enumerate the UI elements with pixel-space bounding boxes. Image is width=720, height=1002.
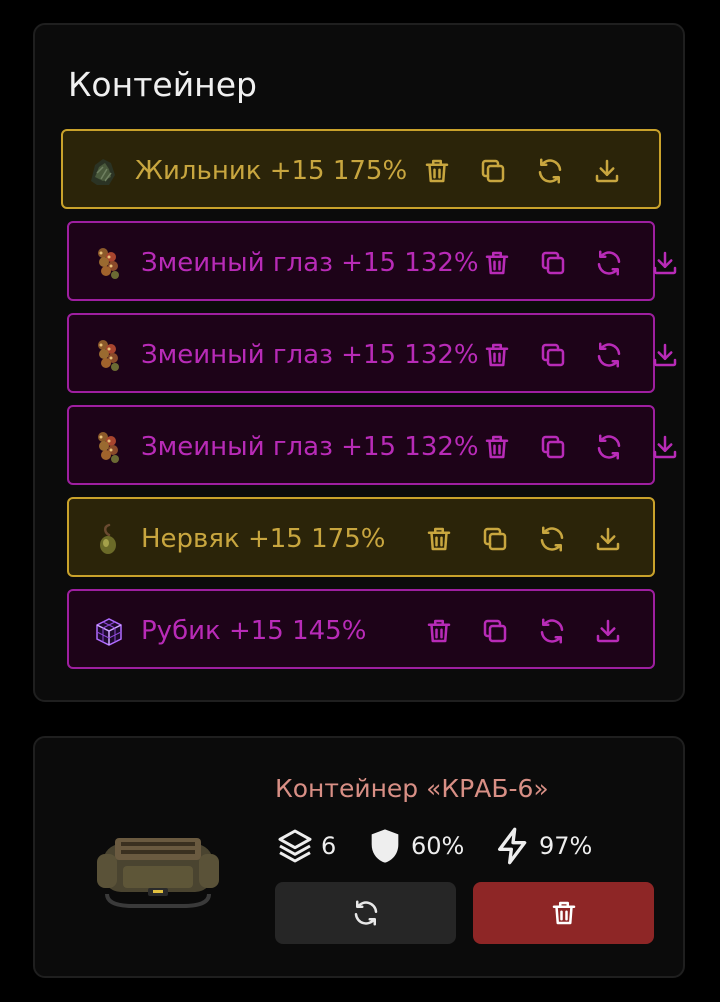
delete-button[interactable] (479, 337, 515, 373)
trash-icon (424, 616, 454, 646)
refresh-button[interactable] (591, 245, 627, 281)
rubik-artifact-icon (96, 618, 122, 646)
download-icon (650, 340, 680, 370)
snake-eye-artifact-icon (98, 248, 119, 279)
artifact-name: Змеиный глаз +15 132% (141, 432, 479, 462)
delete-button[interactable] (479, 429, 515, 465)
refresh-icon (594, 432, 624, 462)
artifact-row-rubik[interactable]: Рубик +15 145% (67, 589, 655, 669)
stat-slots: 6 (275, 826, 336, 866)
container-name: Контейнер «КРАБ-6» (275, 774, 549, 803)
container-contents-panel: Контейнер Жильник +15 175% Змеиный глаз … (33, 23, 685, 702)
copy-icon (538, 248, 568, 278)
panel-title: Контейнер (68, 65, 257, 104)
copy-button[interactable] (535, 429, 571, 465)
copy-button[interactable] (475, 153, 511, 189)
container-refresh-button[interactable] (275, 882, 456, 944)
trash-icon (482, 248, 512, 278)
delete-button[interactable] (421, 521, 457, 557)
protection-value: 60% (411, 832, 465, 860)
artifact-actions (479, 245, 699, 281)
container-card: Контейнер «КРАБ-6» 6 60% 97% (33, 736, 685, 978)
refresh-icon (594, 248, 624, 278)
artifact-row-snake-eye[interactable]: Змеиный глаз +15 132% (67, 405, 655, 485)
download-icon (650, 432, 680, 462)
refresh-icon (594, 340, 624, 370)
artifact-name: Жильник +15 175% (135, 156, 408, 186)
refresh-icon (537, 524, 567, 554)
refresh-icon (351, 898, 381, 928)
artifact-name: Змеиный глаз +15 132% (141, 248, 479, 278)
trash-icon (482, 340, 512, 370)
lightning-icon (493, 826, 533, 866)
download-icon (650, 248, 680, 278)
refresh-button[interactable] (591, 429, 627, 465)
refresh-button[interactable] (591, 337, 627, 373)
artifact-row-zhilnik[interactable]: Жильник +15 175% (61, 129, 661, 209)
download-button[interactable] (589, 153, 625, 189)
refresh-button[interactable] (532, 153, 568, 189)
artifact-name: Нервяк +15 175% (141, 524, 386, 554)
artifact-name: Змеиный глаз +15 132% (141, 340, 479, 370)
download-icon (593, 524, 623, 554)
copy-icon (478, 156, 508, 186)
download-button[interactable] (590, 613, 626, 649)
trash-icon (424, 524, 454, 554)
artifact-actions (419, 153, 639, 189)
trash-icon (482, 432, 512, 462)
copy-icon (480, 524, 510, 554)
download-button[interactable] (647, 245, 683, 281)
shield-icon (365, 826, 405, 866)
refresh-icon (535, 156, 565, 186)
artifact-row-snake-eye[interactable]: Змеиный глаз +15 132% (67, 221, 655, 301)
refresh-icon (537, 616, 567, 646)
container-delete-button[interactable] (473, 882, 654, 944)
copy-button[interactable] (535, 245, 571, 281)
trash-icon (549, 898, 579, 928)
snake-eye-artifact-icon (98, 340, 119, 371)
copy-button[interactable] (477, 613, 513, 649)
download-button[interactable] (647, 337, 683, 373)
download-button[interactable] (647, 429, 683, 465)
download-icon (593, 616, 623, 646)
delete-button[interactable] (479, 245, 515, 281)
refresh-button[interactable] (534, 521, 570, 557)
artifact-actions (421, 521, 641, 557)
artifact-name: Рубик +15 145% (141, 616, 367, 646)
copy-icon (538, 432, 568, 462)
copy-icon (480, 616, 510, 646)
copy-button[interactable] (477, 521, 513, 557)
zhilnik-artifact-icon (91, 159, 115, 185)
layers-icon (275, 826, 315, 866)
refresh-button[interactable] (534, 613, 570, 649)
delete-button[interactable] (421, 613, 457, 649)
nervyak-artifact-icon (100, 523, 116, 554)
container-image (97, 838, 219, 908)
artifact-row-snake-eye[interactable]: Змеиный глаз +15 132% (67, 313, 655, 393)
download-icon (592, 156, 622, 186)
artifact-row-nervyak[interactable]: Нервяк +15 175% (67, 497, 655, 577)
artifact-actions (421, 613, 641, 649)
slots-value: 6 (321, 832, 337, 860)
efficiency-value: 97% (539, 832, 593, 860)
artifact-actions (479, 429, 699, 465)
copy-icon (538, 340, 568, 370)
snake-eye-artifact-icon (98, 432, 119, 463)
trash-icon (422, 156, 452, 186)
artifact-actions (479, 337, 699, 373)
stat-protection: 60% (365, 826, 464, 866)
copy-button[interactable] (535, 337, 571, 373)
download-button[interactable] (590, 521, 626, 557)
stat-efficiency: 97% (493, 826, 592, 866)
delete-button[interactable] (419, 153, 455, 189)
